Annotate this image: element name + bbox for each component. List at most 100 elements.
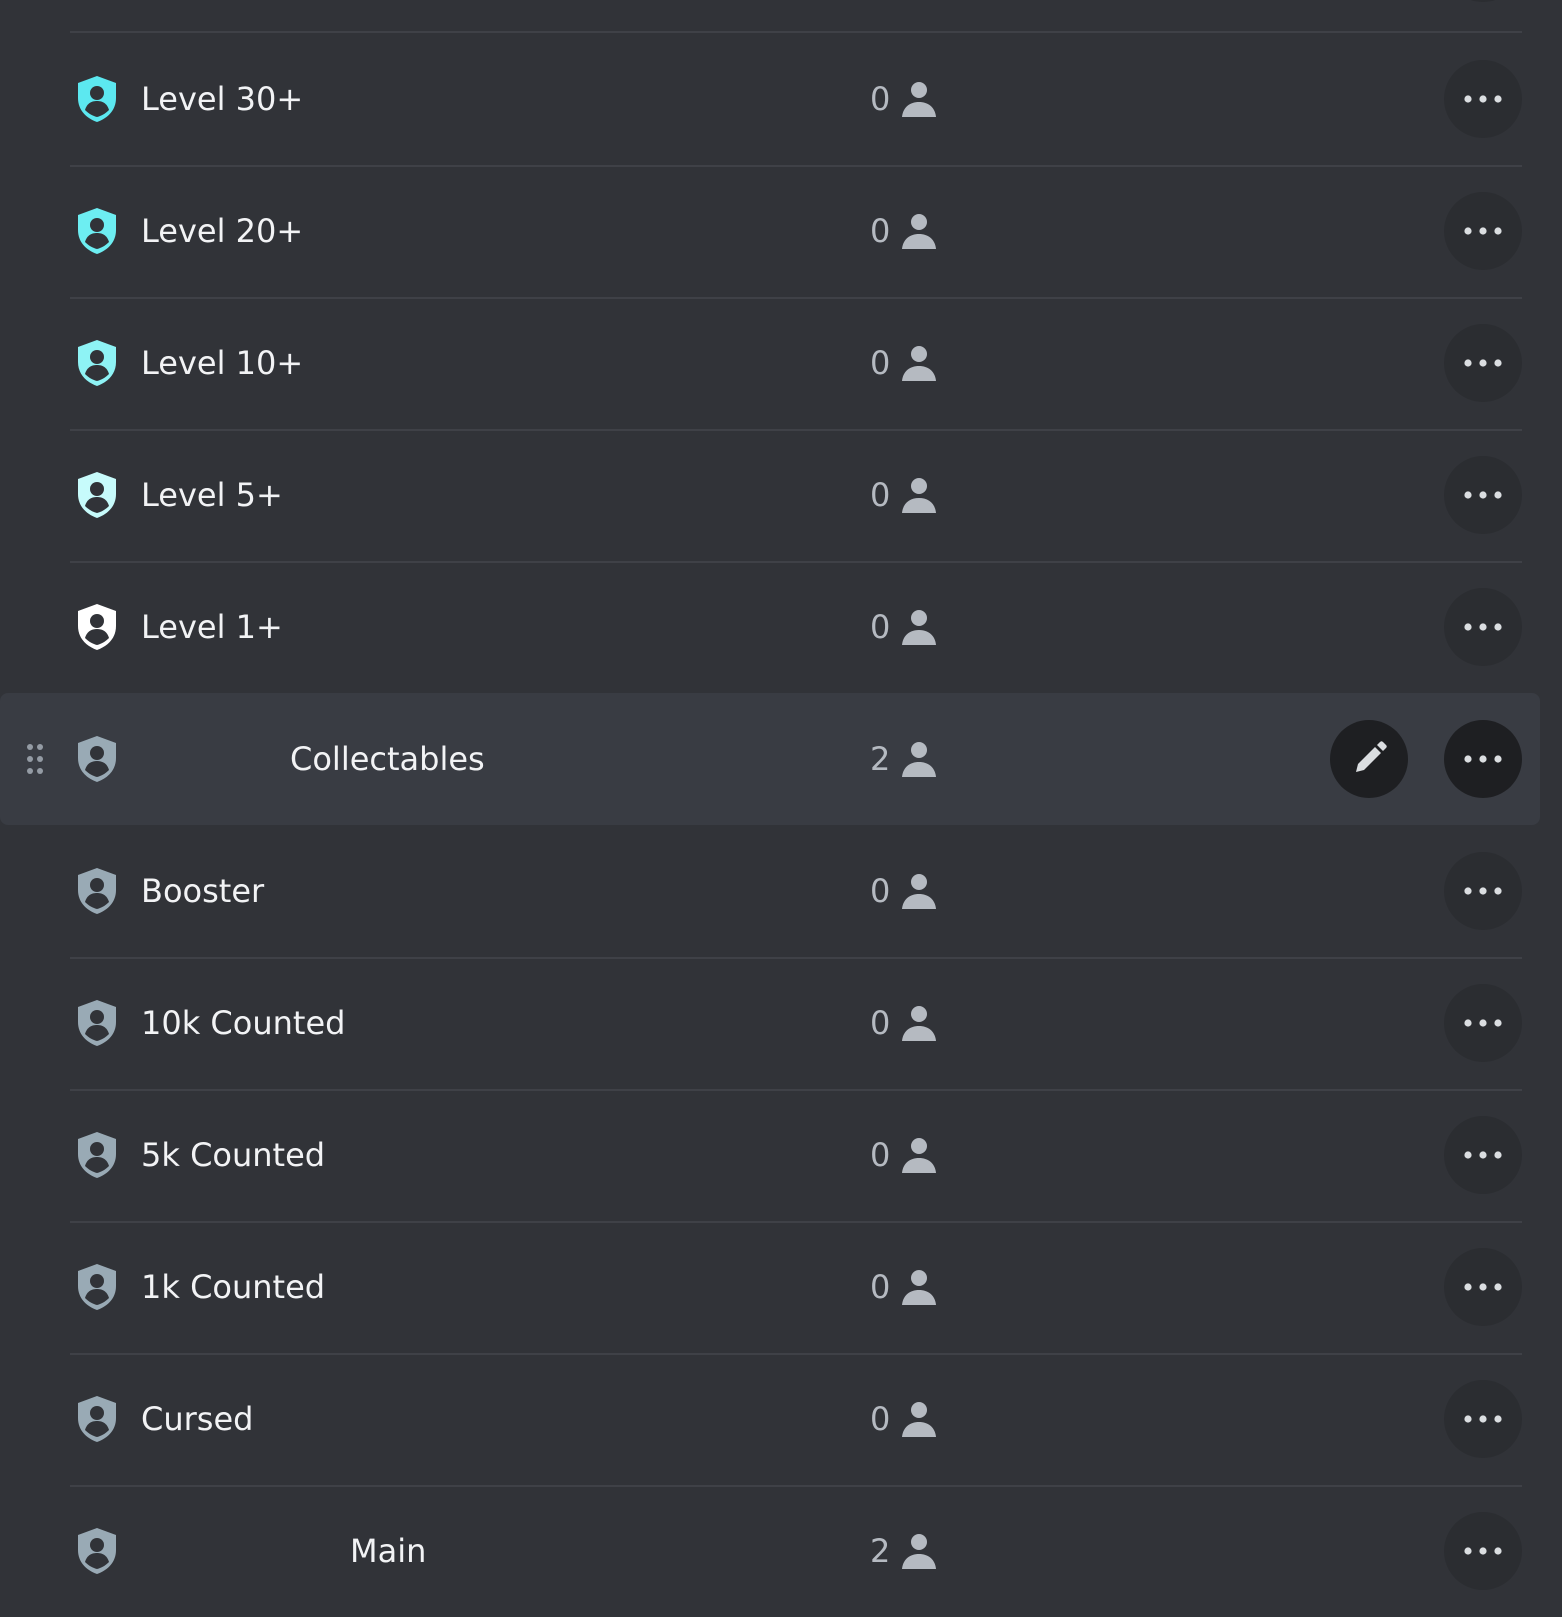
person-icon: [900, 475, 938, 515]
shield-person-icon: [74, 866, 120, 916]
shield-person-icon: [74, 338, 120, 388]
more-options-button[interactable]: [1444, 720, 1522, 798]
ellipsis-icon: [1463, 490, 1503, 500]
role-row-main[interactable]: Main 2: [0, 1485, 1540, 1617]
ellipsis-icon: [1463, 754, 1503, 764]
person-icon: [900, 1531, 938, 1571]
member-count-number: 0: [870, 872, 891, 910]
role-name: Collectables: [290, 740, 485, 778]
member-count: 0: [870, 343, 938, 383]
role-name: Main: [350, 1532, 427, 1570]
shield-person-icon: [74, 1262, 120, 1312]
more-options-button[interactable]: [1444, 852, 1522, 930]
role-row-collectables[interactable]: Collectables 2: [0, 693, 1540, 825]
role-name: 10k Counted: [141, 1004, 346, 1042]
drag-handle-icon[interactable]: [26, 743, 44, 775]
person-icon: [900, 1267, 938, 1307]
more-options-button[interactable]: [1444, 60, 1522, 138]
member-count: 2: [870, 1531, 938, 1571]
ellipsis-icon: [1463, 226, 1503, 236]
shield-person-icon: [74, 602, 120, 652]
role-name: 1k Counted: [141, 1268, 326, 1306]
more-options-button[interactable]: [1444, 984, 1522, 1062]
role-row-1k-counted[interactable]: 1k Counted 0: [0, 1221, 1540, 1355]
member-count-number: 0: [870, 212, 891, 250]
role-row-cursed[interactable]: Cursed 0: [0, 1353, 1540, 1487]
shield-person-icon: [74, 998, 120, 1048]
role-row-level-20[interactable]: Level 20+ 0: [0, 165, 1540, 299]
more-options-button[interactable]: [1444, 1248, 1522, 1326]
person-icon: [900, 79, 938, 119]
ellipsis-icon: [1463, 886, 1503, 896]
shield-person-icon: [74, 470, 120, 520]
member-count-number: 0: [870, 1136, 891, 1174]
person-icon: [900, 871, 938, 911]
more-options-button[interactable]: [1444, 1512, 1522, 1590]
edit-role-button[interactable]: [1330, 720, 1408, 798]
person-icon: [900, 1135, 938, 1175]
role-row-level-5[interactable]: Level 5+ 0: [0, 429, 1540, 563]
role-row-10k-counted[interactable]: 10k Counted 0: [0, 957, 1540, 1091]
more-options-button-partial[interactable]: [1444, 0, 1522, 2]
member-count: 0: [870, 1267, 938, 1307]
role-name: Booster: [141, 872, 265, 910]
role-name: Level 5+: [141, 476, 283, 514]
role-name: Level 20+: [141, 212, 304, 250]
more-options-button[interactable]: [1444, 588, 1522, 666]
shield-person-icon: [74, 1394, 120, 1444]
more-options-button[interactable]: [1444, 1116, 1522, 1194]
shield-person-icon: [74, 1130, 120, 1180]
role-row-level-30[interactable]: Level 30+ 0: [0, 33, 1540, 167]
more-options-button[interactable]: [1444, 456, 1522, 534]
member-count-number: 2: [870, 740, 891, 778]
role-name: Level 1+: [141, 608, 283, 646]
member-count: 0: [870, 871, 938, 911]
member-count: 0: [870, 1399, 938, 1439]
ellipsis-icon: [1463, 1546, 1503, 1556]
more-options-button[interactable]: [1444, 1380, 1522, 1458]
member-count: 2: [870, 739, 938, 779]
member-count-number: 0: [870, 1268, 891, 1306]
person-icon: [900, 739, 938, 779]
role-row-level-10[interactable]: Level 10+ 0: [0, 297, 1540, 431]
shield-person-icon: [74, 74, 120, 124]
shield-person-icon: [74, 734, 120, 784]
person-icon: [900, 1399, 938, 1439]
member-count-number: 0: [870, 608, 891, 646]
role-name: 5k Counted: [141, 1136, 326, 1174]
ellipsis-icon: [1463, 1414, 1503, 1424]
role-name: Level 10+: [141, 344, 304, 382]
member-count-number: 0: [870, 80, 891, 118]
more-options-button[interactable]: [1444, 192, 1522, 270]
more-options-button[interactable]: [1444, 324, 1522, 402]
ellipsis-icon: [1463, 94, 1503, 104]
ellipsis-icon: [1463, 1282, 1503, 1292]
role-row-booster[interactable]: Booster 0: [0, 825, 1540, 959]
person-icon: [900, 343, 938, 383]
member-count-number: 0: [870, 476, 891, 514]
role-name: Level 30+: [141, 80, 304, 118]
pencil-icon: [1350, 740, 1388, 778]
ellipsis-icon: [1463, 1018, 1503, 1028]
member-count: 0: [870, 607, 938, 647]
role-row-5k-counted[interactable]: 5k Counted 0: [0, 1089, 1540, 1223]
member-count: 0: [870, 475, 938, 515]
member-count: 0: [870, 79, 938, 119]
person-icon: [900, 1003, 938, 1043]
member-count: 0: [870, 1135, 938, 1175]
member-count: 0: [870, 1003, 938, 1043]
member-count: 0: [870, 211, 938, 251]
shield-person-icon: [74, 1526, 120, 1576]
role-row-level-1[interactable]: Level 1+ 0: [0, 561, 1540, 693]
member-count-number: 0: [870, 1004, 891, 1042]
person-icon: [900, 607, 938, 647]
shield-person-icon: [74, 206, 120, 256]
member-count-number: 0: [870, 344, 891, 382]
member-count-number: 2: [870, 1532, 891, 1570]
role-name: Cursed: [141, 1400, 254, 1438]
roles-list: Level 30+ 0 Level 20+ 0 Level 10+ 0 Level 5+ 0 L…: [0, 0, 1562, 1590]
ellipsis-icon: [1463, 358, 1503, 368]
ellipsis-icon: [1463, 622, 1503, 632]
person-icon: [900, 211, 938, 251]
ellipsis-icon: [1463, 1150, 1503, 1160]
